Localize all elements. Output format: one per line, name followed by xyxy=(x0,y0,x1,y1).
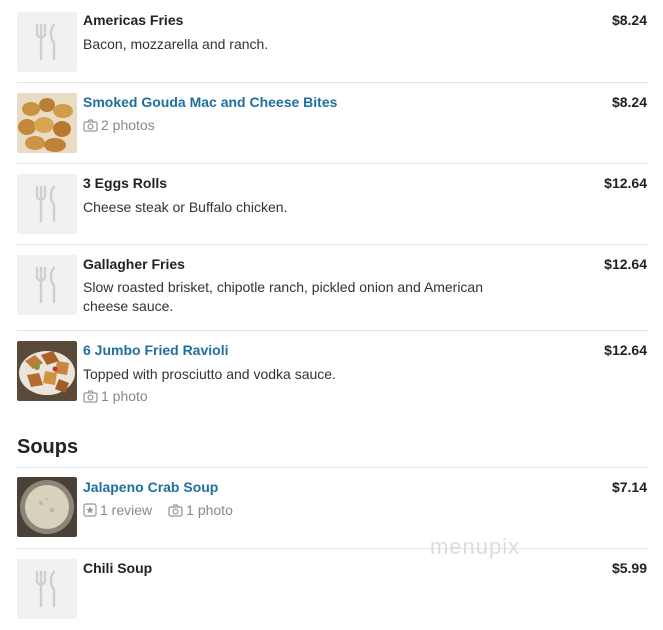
menu-item: Chili Soup $5.99 xyxy=(17,549,648,630)
section-heading: Soups xyxy=(17,436,79,458)
fork-knife-icon xyxy=(35,570,56,608)
placeholder-image xyxy=(17,12,77,72)
review-count[interactable]: 1 review xyxy=(83,502,152,518)
item-name-link[interactable]: Smoked Gouda Mac and Cheese Bites xyxy=(83,94,337,110)
food-photo[interactable] xyxy=(17,93,77,153)
item-price: $12.64 xyxy=(604,175,647,191)
food-photo[interactable] xyxy=(17,477,77,537)
item-description: Topped with prosciutto and vodka sauce. xyxy=(83,366,336,382)
item-description: Slow roasted brisket, chipotle ranch, pi… xyxy=(83,279,483,314)
item-price: $12.64 xyxy=(604,342,647,358)
item-name: 3 Eggs Rolls xyxy=(83,175,168,191)
photo-count[interactable]: 1 photo xyxy=(83,388,164,404)
menu-item: Americas Fries $8.24 Bacon, mozzarella a… xyxy=(17,0,648,83)
photo-count[interactable]: 1 photo xyxy=(168,502,233,518)
item-name: Chili Soup xyxy=(83,560,153,576)
camera-icon xyxy=(83,389,98,403)
item-description: Bacon, mozzarella and ranch. xyxy=(83,36,269,52)
item-description: Cheese steak or Buffalo chicken. xyxy=(83,199,288,215)
menu-item[interactable]: Jalapeno Crab Soup $7.14 1 review 1 phot… xyxy=(17,468,648,549)
fork-knife-icon xyxy=(35,185,56,223)
watermark: menupix xyxy=(430,534,521,559)
menu-item[interactable]: 6 Jumbo Fried Ravioli $12.64 Topped with… xyxy=(17,331,648,417)
placeholder-image xyxy=(17,255,77,315)
food-photo-image xyxy=(17,341,77,401)
placeholder-image xyxy=(17,559,77,619)
item-name: Americas Fries xyxy=(83,12,184,28)
photo-count-label: 1 photo xyxy=(101,388,148,404)
item-price: $12.64 xyxy=(604,256,647,272)
food-photo-image xyxy=(17,93,77,153)
photo-count-label: 1 photo xyxy=(186,502,233,518)
placeholder-image xyxy=(17,174,77,234)
photo-count[interactable]: 2 photos xyxy=(83,117,171,133)
star-icon xyxy=(83,503,97,517)
camera-icon xyxy=(168,503,183,517)
item-price: $8.24 xyxy=(611,12,647,28)
item-name: Gallagher Fries xyxy=(83,256,185,272)
fork-knife-icon xyxy=(35,266,56,304)
fork-knife-icon xyxy=(35,23,56,61)
menu-item: Gallagher Fries $12.64 Slow roasted bris… xyxy=(17,245,648,331)
item-name-link[interactable]: 6 Jumbo Fried Ravioli xyxy=(83,342,228,358)
item-price: $8.24 xyxy=(611,94,647,110)
item-price: $5.99 xyxy=(611,560,647,576)
camera-icon xyxy=(83,118,98,132)
item-price: $7.14 xyxy=(611,479,647,495)
review-count-label: 1 review xyxy=(100,502,153,518)
menu-item[interactable]: Smoked Gouda Mac and Cheese Bites $8.24 … xyxy=(17,83,648,164)
food-photo[interactable] xyxy=(17,341,77,401)
item-name-link[interactable]: Jalapeno Crab Soup xyxy=(83,479,218,495)
food-photo-image xyxy=(17,477,77,537)
menu-item: 3 Eggs Rolls $12.64 Cheese steak or Buff… xyxy=(17,164,648,245)
item-meta: 1 review 1 photo xyxy=(83,502,249,518)
photo-count-label: 2 photos xyxy=(101,117,155,133)
